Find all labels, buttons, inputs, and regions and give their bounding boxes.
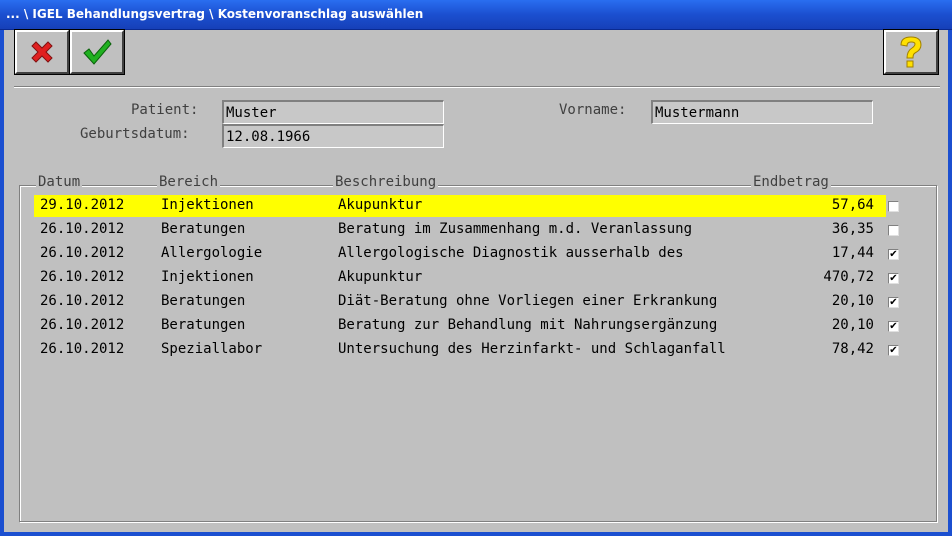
help-button[interactable] [883,29,939,75]
row-amount: 57,64 [831,197,874,213]
row-area: Injektionen [161,197,254,213]
row-checkbox[interactable]: ✔ [888,321,899,332]
row-area: Allergologie [161,245,263,261]
toolbar-separator [14,86,940,88]
column-header-area[interactable]: Bereich [157,174,221,190]
row-checkbox[interactable]: ✔ [888,273,899,284]
row-amount: 470,72 [823,269,874,285]
table-row[interactable]: 26.10.2012 Beratungen Diät-Beratung ohne… [34,291,899,313]
column-header-amount[interactable]: Endbetrag [751,174,831,190]
row-description: Akupunktur [338,197,423,213]
table-row[interactable]: 26.10.2012 Allergologie Allergologische … [34,243,899,265]
question-mark-icon [900,36,922,68]
cancel-x-icon [31,41,53,63]
row-area: Beratungen [161,293,246,309]
row-checkbox[interactable]: ✔ [888,249,899,260]
window-title: ... \ IGEL Behandlungsvertrag \ Kostenvo… [6,7,424,21]
row-date: 26.10.2012 [40,341,125,357]
row-amount: 20,10 [831,293,874,309]
row-date: 26.10.2012 [40,269,125,285]
row-checkbox[interactable] [888,201,899,212]
patient-label: Patient: [131,102,199,118]
firstname-field[interactable]: Mustermann [651,100,873,124]
table-row[interactable]: 26.10.2012 Injektionen Akupunktur 470,72… [34,267,899,289]
birthdate-field[interactable]: 12.08.1966 [222,124,444,148]
row-description: Akupunktur [338,269,423,285]
row-description: Untersuchung des Herzinfarkt- und Schlag… [338,341,726,357]
row-description: Beratung zur Behandlung mit Nahrungsergä… [338,317,718,333]
patient-field[interactable]: Muster [222,100,444,124]
ok-button[interactable] [69,29,125,75]
checkmark-icon [83,39,112,65]
column-header-description[interactable]: Beschreibung [333,174,439,190]
row-amount: 20,10 [831,317,874,333]
row-date: 26.10.2012 [40,245,125,261]
row-description: Beratung im Zusammenhang m.d. Veranlassu… [338,221,693,237]
row-area: Beratungen [161,221,246,237]
row-amount: 36,35 [831,221,874,237]
row-description: Allergologische Diagnostik ausserhalb de… [338,245,684,261]
table-row[interactable]: 26.10.2012 Speziallabor Untersuchung des… [34,339,899,361]
row-amount: 17,44 [831,245,874,261]
dialog-body: Patient: Muster Geburtsdatum: 12.08.1966… [0,29,952,536]
row-area: Beratungen [161,317,246,333]
row-description: Diät-Beratung ohne Vorliegen einer Erkra… [338,293,718,309]
row-date: 26.10.2012 [40,221,125,237]
row-area: Speziallabor [161,341,263,357]
row-checkbox[interactable] [888,225,899,236]
row-checkbox[interactable]: ✔ [888,345,899,356]
column-header-date[interactable]: Datum [36,174,83,190]
table-row[interactable]: 26.10.2012 Beratungen Beratung im Zusamm… [34,219,899,241]
row-date: 29.10.2012 [40,197,125,213]
row-date: 26.10.2012 [40,317,125,333]
row-amount: 78,42 [831,341,874,357]
birthdate-label: Geburtsdatum: [80,126,190,142]
table-row[interactable]: 29.10.2012 Injektionen Akupunktur 57,64 [34,195,899,217]
title-bar[interactable]: ... \ IGEL Behandlungsvertrag \ Kostenvo… [0,0,952,30]
row-area: Injektionen [161,269,254,285]
table-row[interactable]: 26.10.2012 Beratungen Beratung zur Behan… [34,315,899,337]
cancel-button[interactable] [14,29,70,75]
firstname-label: Vorname: [559,102,627,118]
row-checkbox[interactable]: ✔ [888,297,899,308]
row-date: 26.10.2012 [40,293,125,309]
